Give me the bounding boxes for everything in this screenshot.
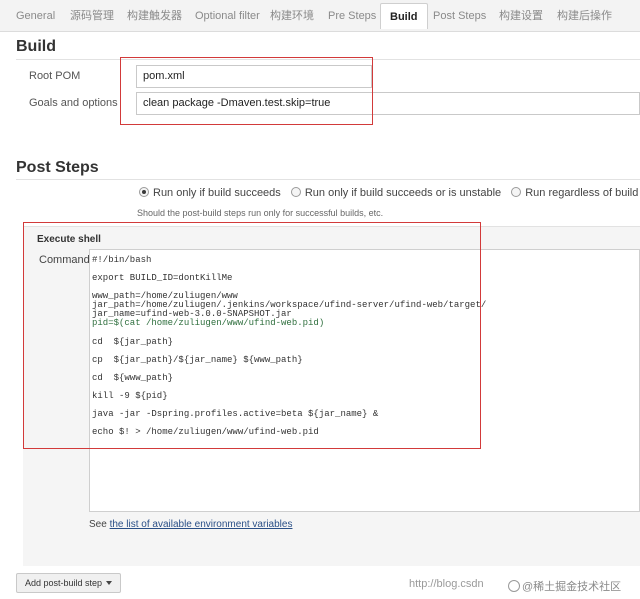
env-vars-note: See the list of available environment va… <box>89 519 292 530</box>
command-line: cd ${www_path} <box>92 373 174 383</box>
config-tab-bar: General 源码管理 构建触发器 Optional filter 构建环境 … <box>0 0 640 32</box>
build-section-title: Build <box>16 38 56 55</box>
tab-build-settings[interactable]: 构建设置 <box>499 6 543 26</box>
post-steps-hint: Should the post-build steps run only for… <box>137 208 384 218</box>
radio-unselected-icon[interactable] <box>511 187 522 197</box>
tab-build[interactable]: Build <box>380 3 428 29</box>
command-label: Command <box>39 254 90 266</box>
watermark-brand-text: @稀土掘金技术社区 <box>522 581 622 593</box>
env-vars-link[interactable]: the list of available environment variab… <box>110 519 293 530</box>
root-pom-input[interactable]: pom.xml <box>136 65 372 88</box>
goals-options-label: Goals and options <box>29 97 118 109</box>
brand-logo-icon <box>508 580 520 592</box>
post-steps-section-title: Post Steps <box>16 159 99 176</box>
command-line: cp ${jar_path}/${jar_name} ${www_path} <box>92 355 303 365</box>
chevron-down-icon <box>106 581 113 585</box>
option-run-if-succeeds-or-unstable[interactable]: Run only if build succeeds or is unstabl… <box>290 187 502 199</box>
env-vars-prefix: See <box>89 519 110 530</box>
execute-shell-title: Execute shell <box>37 234 101 245</box>
option-label: Run only if build succeeds or is unstabl… <box>304 187 502 199</box>
post-steps-divider <box>16 179 640 180</box>
option-run-if-succeeds[interactable]: Run only if build succeeds <box>139 187 281 199</box>
tab-post-steps[interactable]: Post Steps <box>433 6 486 26</box>
tab-optional-filter[interactable]: Optional filter <box>195 6 260 26</box>
command-line: cd ${jar_path} <box>92 337 174 347</box>
command-line: java -jar -Dspring.profiles.active=beta … <box>92 409 379 419</box>
build-divider <box>16 59 640 60</box>
post-steps-run-condition: Run only if build succeeds Run only if b… <box>139 187 640 203</box>
add-post-build-step-label: Add post-build step <box>25 578 103 588</box>
radio-selected-icon[interactable] <box>139 187 149 197</box>
command-line: export BUILD_ID=dontKillMe <box>92 273 233 283</box>
command-line: kill -9 ${pid} <box>92 391 168 401</box>
option-run-regardless[interactable]: Run regardless of build result <box>511 187 640 199</box>
tab-source-management[interactable]: 源码管理 <box>70 6 114 26</box>
watermark-url: http://blog.csdn <box>409 578 484 590</box>
radio-unselected-icon[interactable] <box>290 187 301 197</box>
tab-post-build-actions[interactable]: 构建后操作 <box>557 6 612 26</box>
watermark-brand: @稀土掘金技术社区 <box>508 578 621 594</box>
command-line: echo $! > /home/zuliugen/www/ufind-web.p… <box>92 427 319 437</box>
add-post-build-step-button[interactable]: Add post-build step <box>16 573 122 593</box>
root-pom-label: Root POM <box>29 70 81 82</box>
option-label: Run regardless of build result <box>525 187 640 199</box>
tab-general[interactable]: General <box>16 6 55 26</box>
command-line: pid=$(cat /home/zuliugen/www/ufind-web.p… <box>92 318 325 328</box>
tab-build-triggers[interactable]: 构建触发器 <box>127 6 182 26</box>
goals-options-input[interactable]: clean package -Dmaven.test.skip=true <box>136 92 640 115</box>
tab-build-environment[interactable]: 构建环境 <box>270 6 314 26</box>
tab-pre-steps[interactable]: Pre Steps <box>328 6 376 26</box>
command-line: #!/bin/bash <box>92 255 152 265</box>
option-label: Run only if build succeeds <box>153 187 281 199</box>
